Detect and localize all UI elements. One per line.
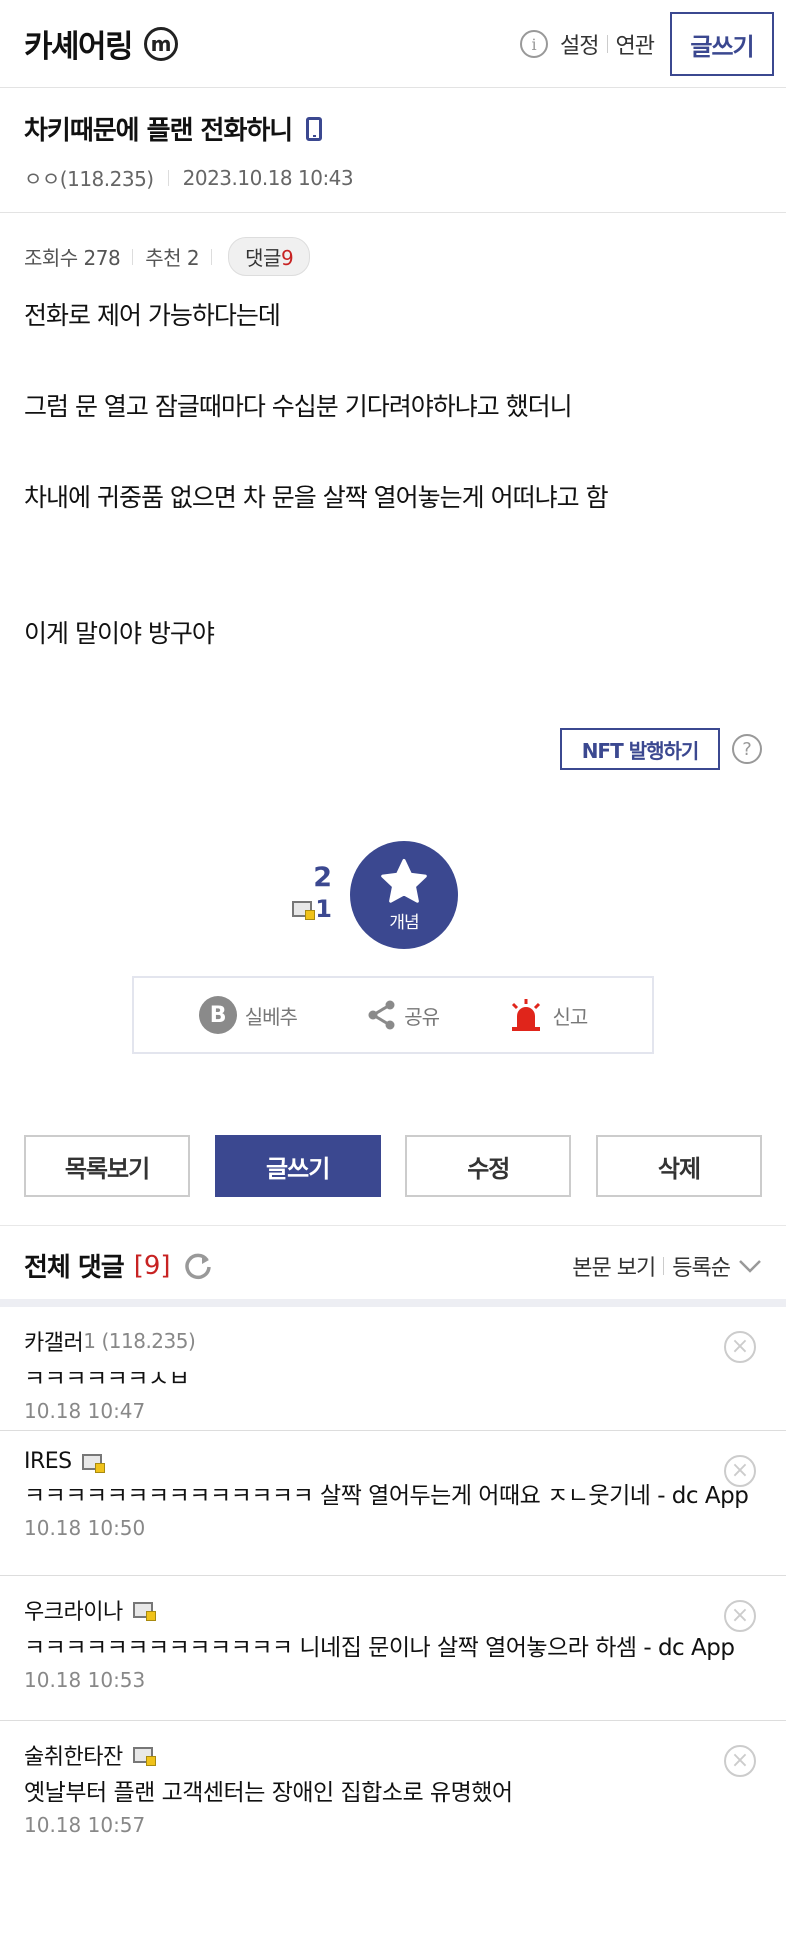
related-link[interactable]: 연관 xyxy=(616,28,655,60)
comment-list: 카갤러 1 (118.235) ㅋㅋㅋㅋㅋㅋㅅㅂ 10.18 10:47 × IR… xyxy=(0,1307,786,1851)
share-button[interactable]: 공유 xyxy=(366,999,440,1031)
comment-text: ㅋㅋㅋㅋㅋㅋㅋㅋㅋㅋㅋㅋㅋ 니네집 문이나 살짝 열어놓으라 하셈 - dc A… xyxy=(24,1635,735,1661)
comment-date: 10.18 10:50 xyxy=(24,1516,146,1540)
divider xyxy=(663,1256,665,1275)
report-label: 신고 xyxy=(552,1004,588,1029)
best-b-icon: B xyxy=(198,996,237,1034)
comment-author[interactable]: 우크라이나 xyxy=(24,1594,123,1626)
comment-text: 옛날부터 플랜 고객센터는 장애인 집합소로 유명했어 xyxy=(24,1780,513,1806)
report-button[interactable]: 신고 xyxy=(508,998,588,1032)
page: 카셰어링 m i 설정 연관 글쓰기 차키때문에 플랜 전화하니 ㅇㅇ(118.… xyxy=(0,0,786,1941)
comment-date: 10.18 10:57 xyxy=(24,1813,146,1837)
info-icon[interactable]: i xyxy=(520,30,549,58)
header-actions: i 설정 연관 글쓰기 xyxy=(520,12,774,76)
post-buttons: 목록보기 글쓰기 수정 삭제 xyxy=(24,1135,762,1197)
delete-comment-icon[interactable]: × xyxy=(724,1745,756,1777)
comment-item: 카갤러 1 (118.235) ㅋㅋㅋㅋㅋㅋㅅㅂ 10.18 10:47 × xyxy=(0,1307,786,1431)
comment-author-row: 카갤러 1 (118.235) xyxy=(24,1307,762,1357)
recommend-button[interactable]: 개념 xyxy=(350,841,458,949)
divider xyxy=(606,35,608,53)
sort-select[interactable]: 등록순 xyxy=(672,1250,731,1282)
delete-comment-icon[interactable]: × xyxy=(724,1455,756,1487)
comment-author-row: IRES xyxy=(24,1431,762,1474)
silbe-recommend-button[interactable]: B 실베추 xyxy=(198,996,298,1034)
comment-text: ㅋㅋㅋㅋㅋㅋㅅㅂ xyxy=(24,1366,190,1392)
star-icon xyxy=(381,858,427,903)
post-author[interactable]: ㅇㅇ(118.235) xyxy=(24,163,154,192)
comment-author[interactable]: 술취한타잔 xyxy=(24,1739,123,1771)
comments-header: 전체 댓글 [9] 본문 보기 등록순 xyxy=(0,1225,786,1305)
view-count: 조회수 278 xyxy=(24,246,121,270)
divider xyxy=(211,248,213,265)
post-header: 차키때문에 플랜 전화하니 ㅇㅇ(118.235) 2023.10.18 10:… xyxy=(0,88,786,213)
comment-ip: (118.235) xyxy=(101,1329,196,1353)
post-body: 전화로 제어 가능하다는데 그럼 문 열고 잠글때마다 수십분 기다려야하냐고 … xyxy=(0,276,786,652)
gallery-header: 카셰어링 m i 설정 연관 글쓰기 xyxy=(0,0,786,88)
share-icon xyxy=(368,1000,395,1030)
silbe-label: 실베추 xyxy=(244,1004,298,1029)
fixed-user-icon xyxy=(81,1453,105,1473)
nft-issue-button[interactable]: NFT 발행하기 xyxy=(560,728,720,770)
fixed-user-icon xyxy=(132,1747,156,1766)
post-body-line: 전화로 제어 가능하다는데 xyxy=(24,301,281,330)
post-counts: 조회수 278 추천 2 댓글9 xyxy=(0,213,786,276)
comments-divider-bar xyxy=(0,1299,786,1307)
nft-row: NFT 발행하기 ? xyxy=(560,728,762,770)
recommend-label: 개념 xyxy=(389,912,419,933)
post-body-line: 이게 말이야 방구야 xyxy=(24,619,215,648)
comment-count-label: 댓글 xyxy=(245,246,281,270)
chevron-down-icon[interactable] xyxy=(738,1259,762,1273)
comment-date: 10.18 10:53 xyxy=(24,1668,146,1692)
list-button[interactable]: 목록보기 xyxy=(24,1135,190,1197)
comment-count-number: 9 xyxy=(280,246,294,270)
siren-icon xyxy=(512,999,541,1031)
post-meta: ㅇㅇ(118.235) 2023.10.18 10:43 xyxy=(24,163,762,192)
mobile-icon xyxy=(306,116,323,141)
recommend-count: 추천 2 xyxy=(145,246,200,270)
view-body-link[interactable]: 본문 보기 xyxy=(572,1250,656,1282)
fixed-user-icon xyxy=(292,901,316,920)
gallery-title[interactable]: 카셰어링 xyxy=(24,21,134,66)
comment-author[interactable]: IRES xyxy=(24,1449,72,1474)
post-body-line: 차내에 귀중품 없으면 차 문을 살짝 열어놓는게 어떠냐고 함 xyxy=(24,483,609,512)
post-title-row: 차키때문에 플랜 전화하니 xyxy=(24,110,762,147)
comments-total-count: [9] xyxy=(133,1250,171,1281)
edit-button[interactable]: 수정 xyxy=(405,1135,572,1197)
post-action-bar: B 실베추 공유 신고 xyxy=(132,976,654,1054)
post-body-line: 그럼 문 열고 잠글때마다 수십분 기다려야하냐고 했더니 xyxy=(24,392,573,421)
fixed-user-recommend-count: 1 xyxy=(315,895,332,923)
comment-text: ㅋㅋㅋㅋㅋㅋㅋㅋㅋㅋㅋㅋㅋㅋ 살짝 열어두는게 어때요 ㅈㄴ웃기네 - dc A… xyxy=(24,1483,749,1509)
delete-button[interactable]: 삭제 xyxy=(595,1135,762,1197)
comment-date: 10.18 10:47 xyxy=(24,1399,146,1423)
post-title: 차키때문에 플랜 전화하니 xyxy=(24,116,293,146)
delete-comment-icon[interactable]: × xyxy=(724,1331,756,1363)
comment-gallery-count: 1 xyxy=(83,1329,96,1353)
comment-author-row: 우크라이나 xyxy=(24,1576,762,1626)
delete-comment-icon[interactable]: × xyxy=(724,1600,756,1632)
divider xyxy=(167,169,169,186)
fixed-user-recommend-row: 1 xyxy=(288,894,332,924)
refresh-icon[interactable] xyxy=(183,1251,213,1281)
minor-gallery-icon: m xyxy=(144,26,179,61)
comments-header-actions: 본문 보기 등록순 xyxy=(572,1250,762,1282)
write-button-top[interactable]: 글쓰기 xyxy=(670,12,774,76)
help-icon[interactable]: ? xyxy=(732,734,762,764)
comments-title: 전체 댓글 xyxy=(24,1253,125,1283)
fixed-user-icon xyxy=(132,1602,156,1621)
recommend-up-count: 2 xyxy=(313,862,332,893)
divider xyxy=(132,248,134,265)
comment-item: IRES ㅋㅋㅋㅋㅋㅋㅋㅋㅋㅋㅋㅋㅋㅋ 살짝 열어두는게 어때요 ㅈㄴ웃기네 -… xyxy=(0,1431,786,1576)
share-label: 공유 xyxy=(404,1004,440,1029)
comment-item: 술취한타잔 옛날부터 플랜 고객센터는 장애인 집합소로 유명했어 10.18 … xyxy=(0,1721,786,1851)
settings-link[interactable]: 설정 xyxy=(560,28,599,60)
comment-author-row: 술취한타잔 xyxy=(24,1721,762,1771)
comment-item: 우크라이나 ㅋㅋㅋㅋㅋㅋㅋㅋㅋㅋㅋㅋㅋ 니네집 문이나 살짝 열어놓으라 하셈 … xyxy=(0,1576,786,1721)
recommend-counts: 2 1 xyxy=(288,862,332,924)
write-button[interactable]: 글쓰기 xyxy=(214,1135,381,1197)
post-date: 2023.10.18 10:43 xyxy=(182,165,354,190)
comment-count-pill[interactable]: 댓글9 xyxy=(228,237,311,276)
comment-author[interactable]: 카갤러 xyxy=(24,1325,84,1357)
